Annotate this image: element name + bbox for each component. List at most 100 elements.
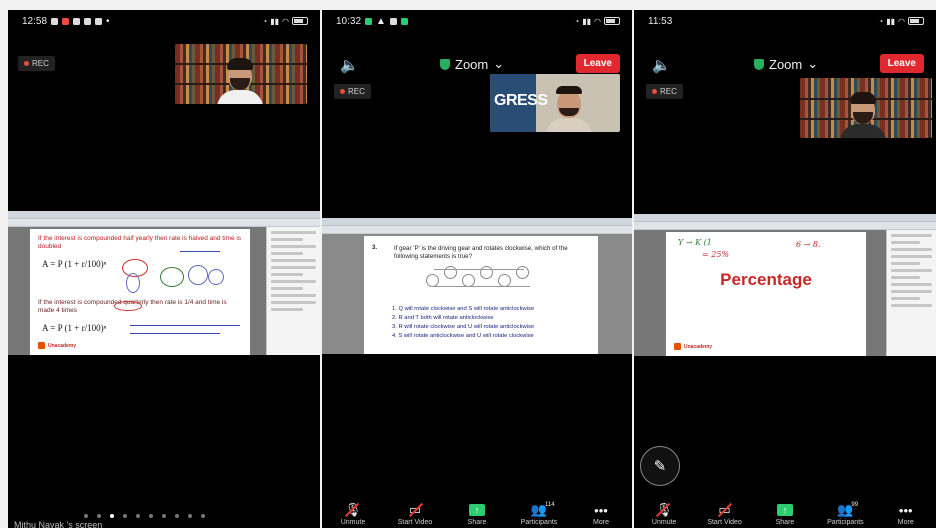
unacademy-logo-icon bbox=[674, 343, 681, 350]
start-video-button[interactable]: ▭ Start Video bbox=[699, 502, 751, 526]
signal-icon: ▮▮ bbox=[270, 16, 280, 26]
more-icon: ••• bbox=[594, 502, 608, 518]
presenter-avatar bbox=[217, 58, 263, 104]
gear-icon bbox=[516, 266, 529, 279]
camera-off-icon: ▭ bbox=[408, 502, 422, 517]
status-bar: 11:53 ◔ ▮▮ ◠ bbox=[634, 10, 936, 32]
meeting-toolbar: 🎙 Unmute ▭ Start Video ↑ Share 👥 99 Part… bbox=[634, 500, 936, 528]
answer-option: 3. R will rotate clockwise and U will ro… bbox=[392, 324, 535, 330]
speaker-icon[interactable]: 🔈 bbox=[340, 56, 359, 74]
share-button[interactable]: ↑ Share bbox=[451, 502, 503, 526]
alarm-icon: ◔ bbox=[878, 16, 884, 26]
brand-logo: Unacademy bbox=[674, 343, 712, 350]
status-time: 10:32 bbox=[336, 15, 362, 27]
record-dot-icon bbox=[24, 61, 29, 66]
formula-text: A = P (1 + r/100)ⁿ bbox=[42, 259, 107, 269]
shared-screen[interactable]: Y → K (1 = 25% 6 → 8. Percentage Unacade… bbox=[634, 214, 936, 356]
battery-icon bbox=[604, 17, 620, 25]
speaker-icon[interactable]: 🔈 bbox=[652, 56, 671, 74]
battery-icon bbox=[292, 17, 308, 25]
microphone-muted-icon: 🎙 bbox=[344, 502, 362, 517]
participants-button[interactable]: 👥 114 Participants bbox=[513, 502, 565, 526]
presenter-avatar bbox=[840, 92, 886, 138]
chevron-down-icon: ⌄ bbox=[807, 56, 819, 71]
screenshot-collage: 12:58 • ◔ ▮▮ ◠ REC If the interest is co… bbox=[0, 0, 936, 528]
annotate-pencil-button[interactable]: ✎ bbox=[640, 446, 680, 486]
unmute-button[interactable]: 🎙 Unmute bbox=[327, 502, 379, 526]
handwritten-note: 6 → 8. bbox=[796, 240, 821, 249]
presenter-avatar bbox=[546, 86, 592, 132]
speaker-video[interactable]: GRESS bbox=[490, 74, 620, 132]
alarm-icon: ◔ bbox=[262, 16, 268, 26]
unmute-button[interactable]: 🎙 Unmute bbox=[638, 502, 690, 526]
camera-off-icon: ▭ bbox=[718, 502, 731, 517]
answer-option: 1. Q will rotate clockwise and S will ro… bbox=[392, 306, 535, 312]
gear-icon bbox=[480, 266, 493, 279]
notification-icon bbox=[62, 17, 70, 25]
annotation-circle bbox=[114, 301, 142, 311]
question-text: If gear 'P' is the driving gear and rota… bbox=[394, 245, 568, 261]
start-video-button[interactable]: ▭ Start Video bbox=[389, 502, 441, 526]
participant-count: 99 bbox=[851, 502, 859, 508]
page-indicator[interactable] bbox=[84, 514, 205, 518]
signal-icon: ▮▮ bbox=[582, 16, 592, 26]
more-notifications-icon: • bbox=[106, 15, 110, 27]
record-dot-icon bbox=[652, 89, 657, 94]
signal-icon: ▮▮ bbox=[886, 16, 896, 26]
side-panel bbox=[266, 227, 320, 355]
share-screen-icon: ↑ bbox=[469, 504, 485, 516]
wifi-icon: ◠ bbox=[282, 16, 289, 26]
status-time: 11:53 bbox=[648, 15, 673, 27]
recording-badge: REC bbox=[334, 84, 371, 99]
annotation-circle bbox=[188, 265, 208, 285]
annotation-circle bbox=[160, 267, 184, 287]
leave-button[interactable]: Leave bbox=[575, 54, 620, 73]
notification-icon bbox=[400, 17, 408, 25]
notification-icon bbox=[389, 17, 397, 25]
slide-page: If the interest is compounded half yearl… bbox=[30, 229, 250, 355]
slide-page: 3. If gear 'P' is the driving gear and r… bbox=[364, 236, 598, 354]
handwritten-note: = 25% bbox=[702, 250, 730, 259]
annotation-circle bbox=[126, 273, 140, 293]
share-screen-icon: ↑ bbox=[776, 504, 793, 516]
handwritten-note: Y → K (1 bbox=[678, 238, 712, 247]
speaker-video[interactable] bbox=[800, 78, 932, 138]
status-bar: 10:32 ▲ ◔ ▮▮ ◠ bbox=[322, 10, 632, 32]
meeting-title[interactable]: Zoom ⌄ bbox=[440, 56, 504, 72]
notification-icon bbox=[84, 17, 92, 25]
shield-icon bbox=[754, 58, 764, 70]
status-time: 12:58 bbox=[22, 15, 48, 27]
participant-count: 114 bbox=[545, 502, 555, 508]
meeting-topbar: 🔈 Zoom ⌄ Leave bbox=[322, 52, 632, 76]
phone-screen-1: 12:58 • ◔ ▮▮ ◠ REC If the interest is co… bbox=[8, 10, 320, 528]
notification-icon bbox=[51, 17, 59, 25]
slide-page: Y → K (1 = 25% 6 → 8. Percentage Unacade… bbox=[666, 232, 866, 356]
meeting-title[interactable]: Zoom ⌄ bbox=[754, 56, 818, 72]
share-button[interactable]: ↑ Share bbox=[759, 502, 811, 526]
more-button[interactable]: ••• More bbox=[575, 502, 627, 527]
more-button[interactable]: ••• More bbox=[880, 502, 932, 527]
participants-button[interactable]: 👥 99 Participants bbox=[819, 502, 871, 526]
brand-logo: Unacademy bbox=[38, 342, 76, 349]
notification-icon bbox=[365, 17, 373, 25]
notification-icon bbox=[73, 17, 81, 25]
leave-button[interactable]: Leave bbox=[879, 54, 924, 73]
answer-option: 2. R and T both will rotate anticlockwis… bbox=[392, 315, 494, 321]
screen-share-label: Mithu Nayak 's screen bbox=[14, 520, 103, 528]
slide-title: Percentage bbox=[720, 270, 812, 289]
microphone-muted-icon: 🎙 bbox=[655, 502, 673, 517]
meeting-toolbar: 🎙 Unmute ▭ Start Video ↑ Share 👥 114 Par… bbox=[322, 500, 632, 528]
recording-badge: REC bbox=[646, 84, 683, 99]
phone-screen-2: 10:32 ▲ ◔ ▮▮ ◠ 🔈 Zoom ⌄ Leave REC GRESS … bbox=[322, 10, 632, 528]
shield-icon bbox=[440, 58, 450, 70]
speaker-video[interactable] bbox=[175, 44, 307, 104]
annotation-circle bbox=[208, 269, 224, 285]
pencil-icon: ✎ bbox=[653, 458, 667, 475]
shared-screen[interactable]: 3. If gear 'P' is the driving gear and r… bbox=[322, 218, 632, 354]
alarm-icon: ◔ bbox=[574, 16, 580, 26]
notification-icon bbox=[95, 17, 103, 25]
shared-screen[interactable]: If the interest is compounded half yearl… bbox=[8, 211, 320, 355]
answer-option: 4. S will rotate anticlockwise and U wil… bbox=[392, 333, 534, 339]
gear-icon bbox=[444, 266, 457, 279]
wifi-icon: ◠ bbox=[594, 16, 601, 26]
